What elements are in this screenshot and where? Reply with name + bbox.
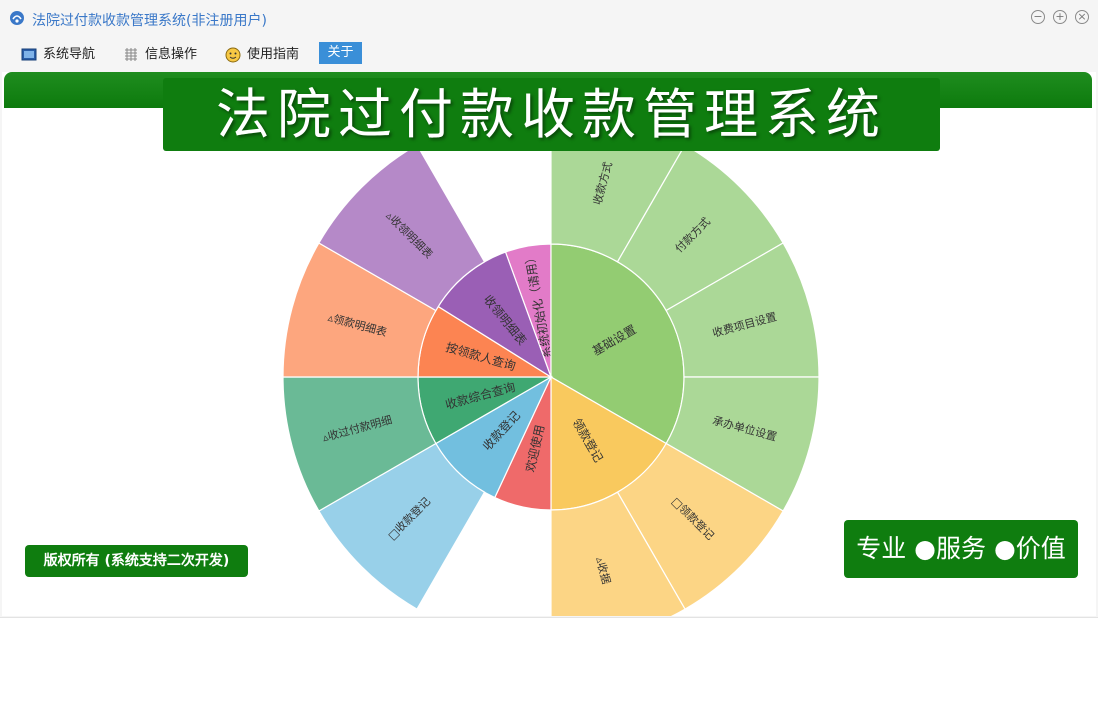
menu-bar: 系统导航 信息操作 使用指南 xyxy=(0,40,1098,68)
smiley-icon xyxy=(225,47,241,63)
app-logo-icon xyxy=(10,11,24,25)
window-title: 法院过付款收款管理系统(非注册用户) xyxy=(32,13,267,29)
menu-label: 系统导航 xyxy=(43,47,96,62)
app-window: 法院过付款收款管理系统(非注册用户) − + × 系统导航 信息操作 使用指南 … xyxy=(0,0,1098,618)
system-banner-title: 法院过付款收款管理系统 xyxy=(163,78,940,151)
maximize-button[interactable]: + xyxy=(1053,10,1067,24)
main-content: 系统初始化（请用） 基础设置 领款登记 欢迎使用 收款登记 收款综合查询 按领款人查询 收领明… xyxy=(2,72,1096,616)
copyright-badge: 版权所有 (系统支持二次开发) xyxy=(25,545,248,577)
minimize-button[interactable]: − xyxy=(1031,10,1045,24)
close-button[interactable]: × xyxy=(1075,10,1089,24)
motto-badge: 专业 ●服务 ●价值 xyxy=(844,520,1078,578)
menu-label: 信息操作 xyxy=(145,47,198,62)
menu-label: 使用指南 xyxy=(247,47,300,62)
monitor-icon xyxy=(21,48,37,61)
menu-about[interactable]: 关于 xyxy=(319,42,362,64)
title-bar: 法院过付款收款管理系统(非注册用户) − + × xyxy=(0,0,1098,36)
grid-icon xyxy=(125,48,137,61)
